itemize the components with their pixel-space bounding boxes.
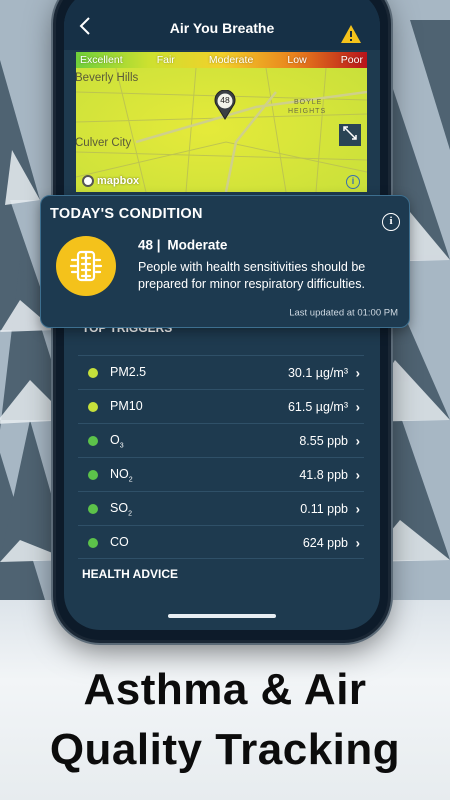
map-label-culver-city: Culver City: [76, 137, 132, 149]
mapbox-text: mapbox: [97, 175, 140, 187]
aqi-value: 48: [138, 237, 154, 253]
status-dot: [88, 470, 98, 480]
pollutant-name: PM10: [110, 398, 143, 413]
scale-poor: Poor: [340, 54, 363, 66]
info-icon[interactable]: i: [382, 213, 400, 231]
chevron-right-icon: ›: [355, 433, 360, 449]
chevron-right-icon: ›: [355, 365, 360, 381]
pollutant-name: CO: [110, 534, 129, 549]
pollutant-value: 61.5 µg/m³: [287, 400, 348, 414]
mapbox-logo[interactable]: mapbox: [82, 174, 139, 188]
trigger-row-pm25[interactable]: PM2.5 30.1 µg/m³ ›: [78, 355, 364, 389]
todays-condition-card[interactable]: TODAY'S CONDITION i 48 | Moderate People…: [40, 195, 410, 328]
scale-excellent: Excellent: [80, 54, 123, 66]
trigger-row-no2[interactable]: NO2 41.8 ppb ›: [78, 457, 364, 491]
map-label-beverly-hills: Beverly Hills: [76, 72, 139, 84]
aqi-scale-bar: Excellent Fair Moderate Low Poor: [76, 52, 367, 68]
trigger-row-o3[interactable]: O3 8.55 ppb ›: [78, 423, 364, 457]
scale-moderate: Moderate: [208, 54, 254, 66]
pollutant-value: 41.8 ppb: [299, 468, 348, 482]
last-updated: Last updated at 01:00 PM: [289, 307, 398, 319]
chevron-right-icon: ›: [355, 535, 360, 551]
pollutant-value: 8.55 ppb: [299, 434, 348, 448]
pollutant-value: 624 ppb: [302, 536, 348, 550]
lungs-icon: [69, 250, 103, 282]
trigger-row-pm10[interactable]: PM10 61.5 µg/m³ ›: [78, 389, 364, 423]
condition-badge: [56, 236, 116, 296]
warning-icon[interactable]: [340, 24, 362, 44]
status-dot: [88, 402, 98, 412]
expand-icon: [343, 126, 357, 140]
health-advice-title[interactable]: HEALTH ADVICE: [82, 567, 178, 581]
status-dot: [88, 368, 98, 378]
home-indicator[interactable]: [168, 614, 276, 618]
tagline-line-2: Quality Tracking: [49, 725, 401, 774]
scale-low: Low: [287, 54, 307, 66]
pin-aqi-value: 48: [220, 95, 230, 105]
card-title: TODAY'S CONDITION: [50, 206, 203, 222]
top-triggers-list: PM2.5 30.1 µg/m³ › PM10 61.5 µg/m³ › O3 …: [78, 355, 364, 559]
app-title: Air You Breathe: [169, 20, 275, 36]
condition-headline: 48 | Moderate: [138, 238, 227, 253]
aqi-level: Moderate: [167, 237, 228, 253]
air-quality-map[interactable]: Excellent Fair Moderate Low Poor Beverly…: [76, 52, 367, 192]
mapbox-mark-icon: [82, 175, 94, 187]
map-label-heights: HEIGHTS: [288, 108, 327, 115]
pollutant-value: 30.1 µg/m³: [287, 366, 348, 380]
pollutant-name: NO2: [110, 466, 133, 484]
chevron-right-icon: ›: [355, 467, 360, 483]
status-dot: [88, 436, 98, 446]
aqi-separator: |: [156, 237, 161, 253]
map-info-icon[interactable]: i: [346, 175, 360, 189]
tagline-line-1: Asthma & Air: [83, 665, 367, 714]
map-label-boyle: BOYLE: [294, 99, 323, 106]
pollutant-name: SO2: [110, 500, 132, 518]
scale-fair: Fair: [156, 54, 175, 66]
chevron-right-icon: ›: [355, 501, 360, 517]
trigger-row-co[interactable]: CO 624 ppb ›: [78, 525, 364, 559]
app-header: Air You Breathe: [64, 0, 380, 50]
condition-description: People with health sensitivities should …: [138, 260, 366, 291]
pollutant-name: PM2.5: [110, 364, 147, 379]
status-dot: [88, 538, 98, 548]
chevron-right-icon: ›: [355, 399, 360, 415]
trigger-row-so2[interactable]: SO2 0.11 ppb ›: [78, 491, 364, 525]
pollutant-value: 0.11 ppb: [300, 502, 348, 516]
pollutant-name: O3: [110, 432, 124, 450]
status-dot: [88, 504, 98, 514]
expand-map-button[interactable]: [339, 124, 361, 146]
